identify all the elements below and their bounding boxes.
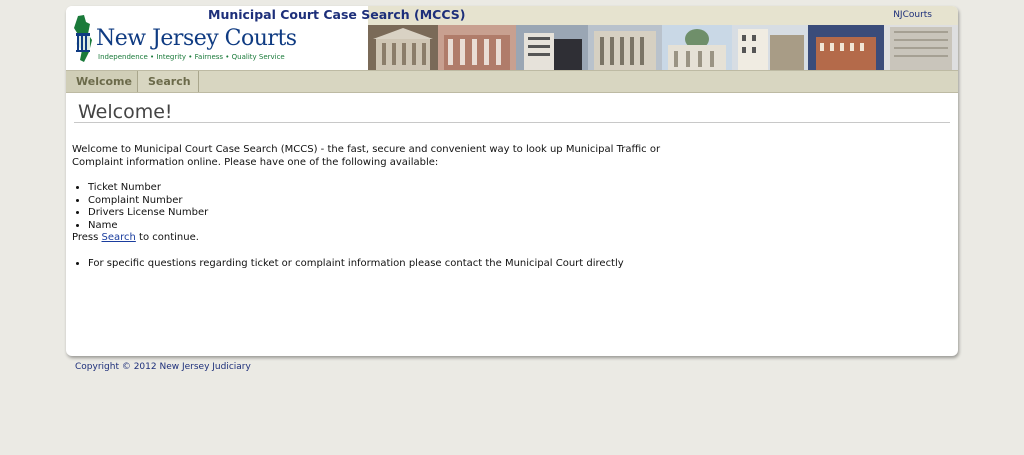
tab-search[interactable]: Search [138,71,199,92]
title-divider [74,122,950,123]
list-item: Ticket Number [88,182,712,195]
press-prefix: Press [72,232,102,243]
search-link[interactable]: Search [102,232,136,243]
list-item: Complaint Number [88,195,712,208]
app-title: Municipal Court Case Search (MCCS) [208,7,466,22]
intro-text: Welcome to Municipal Court Case Search (… [72,144,661,168]
title-bar: Municipal Court Case Search (MCCS) NJCou… [208,6,958,25]
press-search-text: Press Search to continue. [72,232,712,245]
notes-list: For specific questions regarding ticket … [72,258,712,271]
logo-tagline: Independence • Integrity • Fairness • Qu… [98,53,285,61]
logo-title: New Jersey Courts [96,26,297,51]
welcome-content: Welcome to Municipal Court Case Search (… [72,144,712,270]
required-items-list: Ticket Number Complaint Number Drivers L… [72,182,712,232]
site-header: New Jersey Courts Independence • Integri… [66,6,958,70]
list-item: Drivers License Number [88,207,712,220]
list-item: Name [88,220,712,233]
page-title: Welcome! [78,101,173,123]
courthouse-photos-image [368,25,958,70]
copyright-footer: Copyright © 2012 New Jersey Judiciary [75,362,251,372]
main-nav: Welcome Search [66,70,958,93]
nj-state-seal-icon [74,15,92,62]
tab-welcome[interactable]: Welcome [66,71,138,92]
njcourts-link[interactable]: NJCourts [893,10,932,20]
list-item: For specific questions regarding ticket … [88,258,712,271]
courthouse-photo-banner [368,25,958,70]
page-frame: New Jersey Courts Independence • Integri… [66,6,958,356]
press-suffix: to continue. [135,232,199,243]
